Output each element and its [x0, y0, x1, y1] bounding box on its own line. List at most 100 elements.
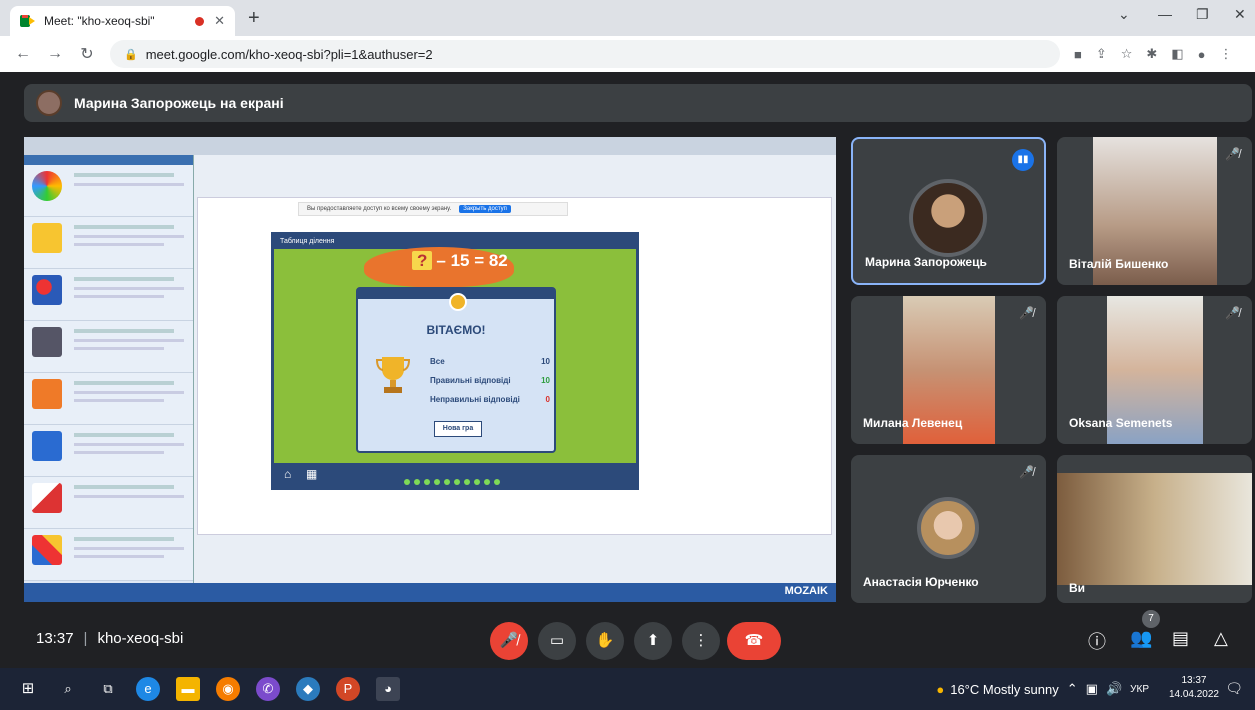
- file-explorer-icon[interactable]: ▬: [176, 677, 200, 701]
- bookmark-star-icon[interactable]: ☆: [1121, 46, 1133, 62]
- result-row: Все 10: [430, 357, 550, 366]
- tool-item[interactable]: [24, 321, 193, 373]
- task-view-icon[interactable]: ⧉: [96, 677, 120, 701]
- muted-mic-icon: 🎤̸: [1019, 465, 1034, 479]
- profile-avatar-icon[interactable]: ●: [1198, 47, 1206, 62]
- tab-title: Meet: "kho-xeoq-sbi": [44, 14, 155, 28]
- tools-panel-header: [24, 155, 193, 165]
- powerpoint-icon[interactable]: P: [336, 677, 360, 701]
- raise-hand-button[interactable]: ✋: [586, 622, 624, 660]
- tool-item[interactable]: [24, 529, 193, 581]
- search-icon[interactable]: ⌕: [56, 677, 80, 701]
- participant-tile[interactable]: 🎤̸ Милана Левенец: [851, 296, 1046, 444]
- grid-icon[interactable]: ▦: [306, 467, 317, 481]
- more-options-button[interactable]: ⋮: [682, 622, 720, 660]
- tool-item[interactable]: [24, 477, 193, 529]
- participant-tile[interactable]: Ви: [1057, 455, 1252, 603]
- sidepanel-icon[interactable]: ◧: [1171, 46, 1183, 62]
- trophy-badge-icon: [449, 293, 467, 311]
- result-value: 10: [541, 357, 550, 366]
- notifications-icon[interactable]: 🗨: [1225, 680, 1243, 697]
- tool-item[interactable]: [24, 373, 193, 425]
- muted-mic-icon: 🎤̸: [1225, 306, 1240, 320]
- app-icon[interactable]: ◆: [296, 677, 320, 701]
- back-icon[interactable]: ←: [14, 45, 32, 63]
- weather-text[interactable]: 16°C Mostly sunny: [950, 682, 1059, 697]
- participant-name: Віталій Бишенко: [1069, 257, 1169, 271]
- extensions-icon[interactable]: ✱: [1146, 46, 1157, 62]
- participant-name: Милана Левенец: [863, 416, 963, 430]
- leave-call-button[interactable]: ☎: [727, 622, 781, 660]
- share-notice-text: Вы предоставляете доступ ко всему своему…: [307, 206, 452, 212]
- dialog-title: ВІТАЄМО!: [426, 323, 486, 337]
- browser-icon[interactable]: ◉: [216, 677, 240, 701]
- result-value: 0: [545, 395, 550, 404]
- participant-tile[interactable]: 🎤̸ Віталій Бишенко: [1057, 137, 1252, 285]
- camera-indicator-icon[interactable]: ■: [1074, 47, 1082, 62]
- chat-icon[interactable]: ▤: [1172, 628, 1189, 649]
- weather-icon: ●: [936, 681, 945, 697]
- share-icon[interactable]: ⇪: [1096, 46, 1107, 62]
- meeting-controls-bar: 13:37 | kho-xeoq-sbi 🎤̸ ▭ ✋ ⬆ ⋮ ☎ ⓘ 👥 7 ▤ …: [0, 610, 1255, 668]
- viber-icon[interactable]: ✆: [256, 677, 280, 701]
- tab-close-icon[interactable]: ✕: [214, 13, 225, 29]
- participant-tile[interactable]: 🎤̸ Анастасія Юрченко: [851, 455, 1046, 603]
- result-value: 10: [541, 376, 550, 385]
- minimize-button[interactable]: —: [1158, 6, 1172, 22]
- people-count-badge: 7: [1142, 610, 1160, 628]
- close-window-button[interactable]: ✕: [1234, 6, 1246, 23]
- volume-icon[interactable]: 🔊: [1106, 681, 1122, 697]
- chrome-icon[interactable]: ◕: [376, 677, 400, 701]
- address-bar-row: ← → ↻ 🔒 meet.google.com/kho-xeoq-sbi?pli…: [0, 36, 1255, 72]
- restore-button[interactable]: ❐: [1196, 6, 1209, 23]
- lock-icon: 🔒: [124, 48, 138, 61]
- participant-avatar: [909, 179, 987, 257]
- mozaik-brand: MOZAIK: [784, 585, 828, 597]
- meeting-details-icon[interactable]: ⓘ: [1088, 628, 1106, 654]
- taskbar-clock[interactable]: 13:37 14.04.2022: [1169, 674, 1219, 702]
- meet-favicon-icon: [20, 15, 36, 27]
- mozaik-toolbar: MOZAIK: [24, 583, 836, 602]
- stop-sharing-button[interactable]: Закрыть доступ: [459, 205, 511, 213]
- presenter-avatar: [36, 90, 62, 116]
- activities-icon[interactable]: △: [1214, 628, 1228, 649]
- network-icon[interactable]: ▣: [1086, 681, 1098, 697]
- participant-tile[interactable]: 🎤̸ Oksana Semenets: [1057, 296, 1252, 444]
- result-dialog: ВІТАЄМО! Все 10 Правильні відповіді 10 Неп…: [356, 287, 556, 453]
- result-row: Правильні відповіді 10: [430, 376, 550, 385]
- speaking-indicator-icon: ▮▮: [1012, 149, 1034, 171]
- browser-menu-icon[interactable]: ⋮: [1219, 46, 1232, 62]
- new-game-button[interactable]: Нова гра: [434, 421, 482, 437]
- url-text: meet.google.com/kho-xeoq-sbi?pli=1&authu…: [145, 46, 433, 62]
- windows-taskbar: ⊞ ⌕ ⧉ e ▬ ◉ ✆ ◆ P ◕ ● 16°C Mostly sunny …: [0, 668, 1255, 710]
- tool-item[interactable]: [24, 269, 193, 321]
- microphone-toggle-button[interactable]: 🎤̸: [490, 622, 528, 660]
- equation-rest: – 15 = 82: [436, 251, 508, 270]
- tray-expand-icon[interactable]: ⌃: [1067, 681, 1078, 697]
- camera-toggle-button[interactable]: ▭: [538, 622, 576, 660]
- game-toolbar: ⌂ ▦: [274, 463, 636, 487]
- progress-dots: [404, 472, 504, 490]
- muted-mic-icon: 🎤̸: [1225, 147, 1240, 161]
- url-field[interactable]: 🔒 meet.google.com/kho-xeoq-sbi?pli=1&aut…: [110, 40, 1060, 68]
- participant-tile[interactable]: ▮▮ Марина Запорожець: [851, 137, 1046, 285]
- reload-icon[interactable]: ↻: [78, 44, 96, 64]
- forward-icon[interactable]: →: [46, 45, 64, 63]
- present-now-button[interactable]: ⬆: [634, 622, 672, 660]
- edge-icon[interactable]: e: [136, 677, 160, 701]
- windows-start-icon[interactable]: ⊞: [16, 677, 40, 701]
- tab-search-icon[interactable]: ⌄: [1118, 6, 1130, 23]
- new-tab-button[interactable]: +: [248, 7, 260, 29]
- home-icon[interactable]: ⌂: [284, 467, 291, 481]
- equation: ? – 15 = 82: [412, 251, 508, 271]
- participant-name: Oksana Semenets: [1069, 416, 1173, 430]
- language-indicator[interactable]: УКР: [1130, 684, 1149, 695]
- tool-item[interactable]: [24, 217, 193, 269]
- meeting-info: 13:37 | kho-xeoq-sbi: [36, 630, 184, 647]
- browser-tab-meet[interactable]: Meet: "kho-xeoq-sbi" ✕: [10, 6, 235, 36]
- tool-item[interactable]: [24, 165, 193, 217]
- people-icon[interactable]: 👥: [1130, 628, 1152, 649]
- recording-dot-icon: [195, 16, 205, 26]
- share-notice-bar: Вы предоставляете доступ ко всему своему…: [298, 202, 568, 216]
- tool-item[interactable]: [24, 425, 193, 477]
